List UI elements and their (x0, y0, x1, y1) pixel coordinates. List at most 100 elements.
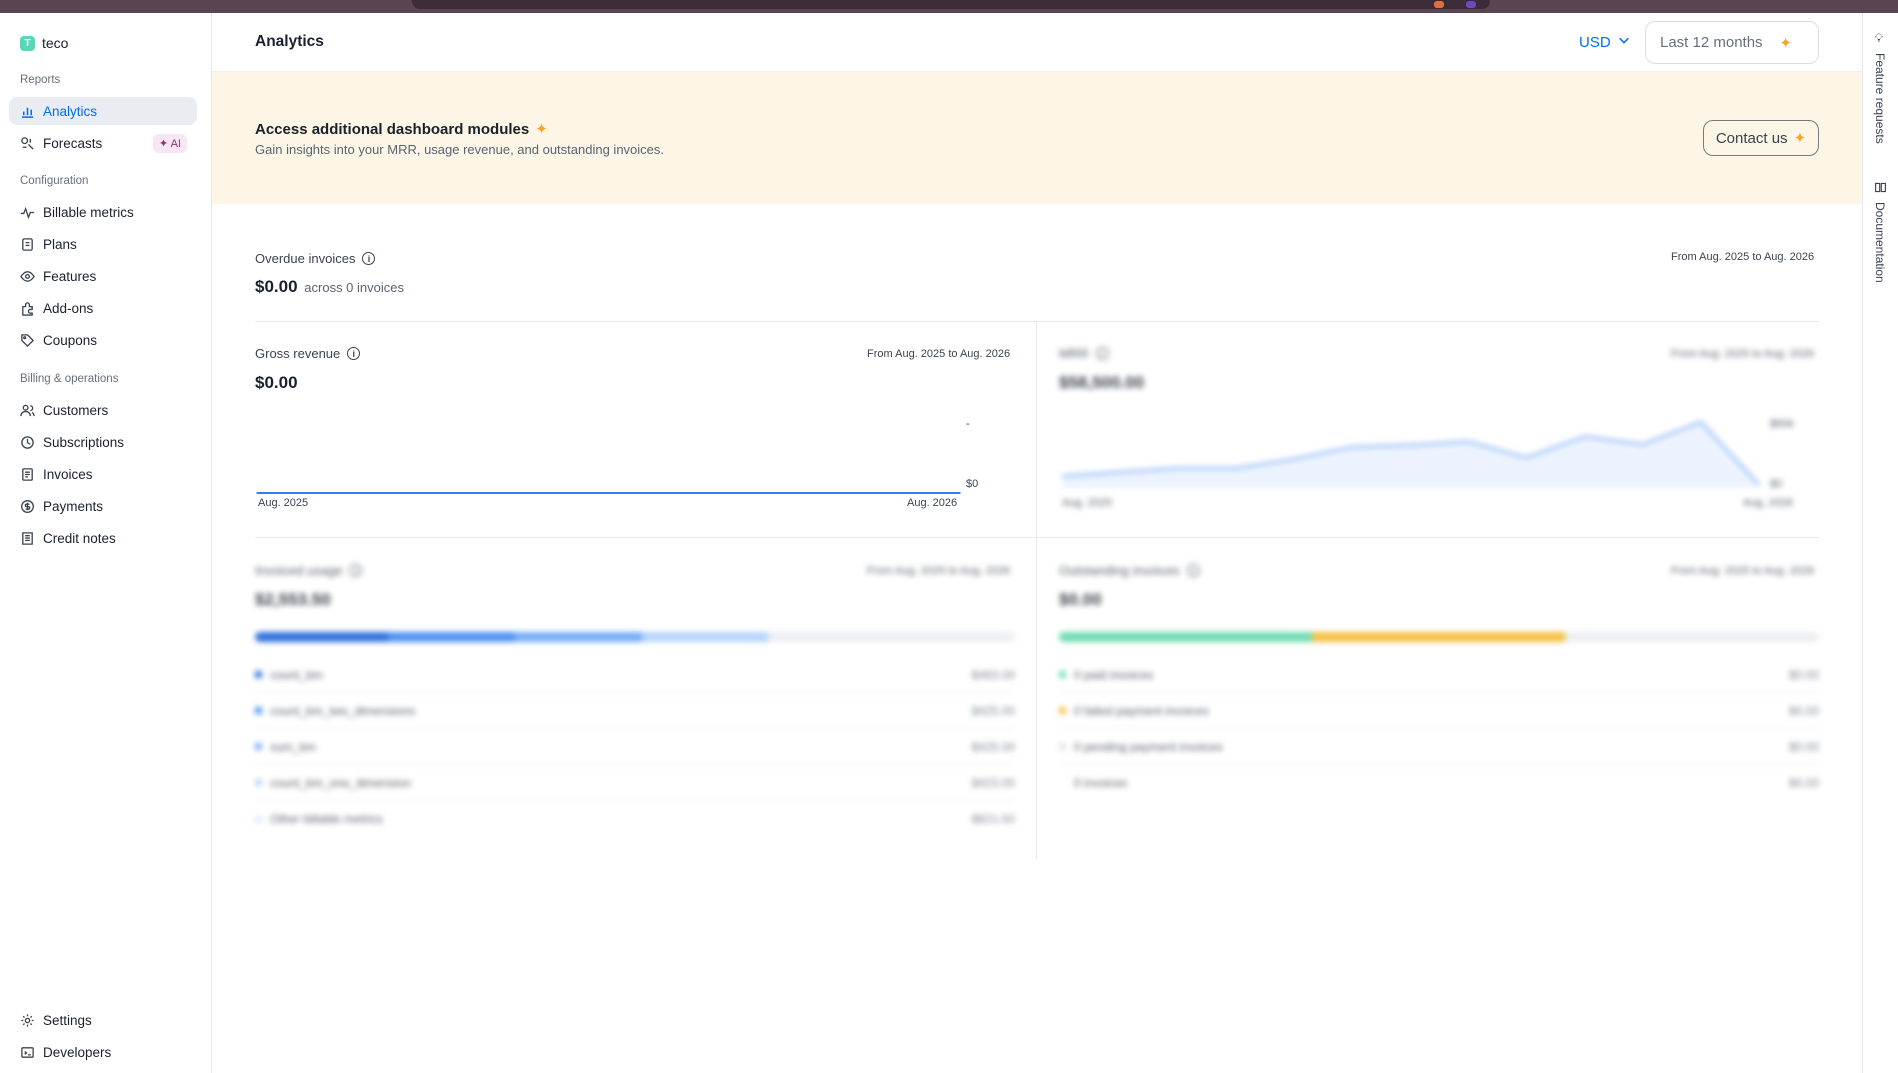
gross-revenue-chart (256, 492, 961, 494)
list-item: 0 pending payment invoices $0.00 (1059, 729, 1819, 765)
banner-title: Access additional dashboard modules ✦ (255, 120, 548, 139)
gross-revenue-point (959, 492, 961, 494)
legend-dot (1059, 671, 1066, 678)
outstanding-bar-segment (1312, 632, 1566, 642)
browser-extension-icon[interactable] (1434, 1, 1444, 8)
currency-value: USD (1579, 33, 1611, 51)
list-item: 0 failed payment invoices $0.00 (1059, 693, 1819, 729)
outstanding-invoices-title: Outstanding invoices i (1059, 563, 1200, 578)
upsell-banner: Access additional dashboard modules ✦ Ga… (212, 72, 1862, 204)
mrr-date-range: From Aug. 2025 to Aug. 2026 (1671, 348, 1815, 360)
sidebar-item-customers[interactable]: Customers (9, 396, 197, 424)
sidebar-item-credit-notes[interactable]: Credit notes (9, 524, 197, 552)
sidebar-item-label: Forecasts (43, 135, 103, 151)
info-icon: i (1186, 564, 1200, 577)
section-title-reports: Reports (20, 74, 61, 86)
legend-dot (255, 815, 262, 823)
sidebar-item-developers[interactable]: Developers (9, 1038, 197, 1066)
list-item: sum_bm $425.00 (255, 729, 1015, 765)
dollar-icon (20, 499, 35, 514)
mrr-title: MRR i (1059, 346, 1109, 361)
org-logo: T (20, 35, 35, 51)
receipt-icon (20, 531, 35, 546)
sidebar-item-payments[interactable]: Payments (9, 492, 197, 520)
gross-revenue-value: $0.00 (255, 373, 298, 392)
overdue-invoices-title: Overdue invoices i (255, 251, 376, 266)
sidebar-item-add-ons[interactable]: Add-ons (9, 294, 197, 322)
sidebar-item-analytics[interactable]: Analytics (9, 97, 197, 125)
lightbulb-icon: 💡︎ (1873, 33, 1887, 45)
gross-revenue-title-text: Gross revenue (255, 346, 341, 361)
legend-dot (255, 779, 262, 786)
sidebar-item-coupons[interactable]: Coupons (9, 326, 197, 354)
sidebar-item-label: Payments (43, 498, 104, 514)
row-amount: $0.00 (1788, 739, 1819, 754)
clock-icon (20, 435, 35, 450)
outstanding-bar (1059, 632, 1819, 642)
feature-requests-link[interactable]: 💡︎ Feature requests (1873, 33, 1887, 144)
users-icon (20, 403, 35, 418)
terminal-icon (20, 1045, 35, 1060)
page-title: Analytics (255, 33, 324, 50)
sidebar-item-label: Developers (43, 1044, 112, 1060)
org-switcher[interactable]: T teco (20, 35, 68, 51)
list-item: count_bm $483.00 (255, 657, 1015, 693)
divider (1036, 321, 1037, 859)
mrr-y-top-label: $60k (1770, 418, 1794, 430)
outstanding-bar-segment (1059, 632, 1313, 642)
contact-us-button[interactable]: Contact us ✦ (1703, 120, 1819, 156)
list-item: count_bm_two_dimensions $425.00 (255, 693, 1015, 729)
browser-url-bar[interactable] (412, 0, 1490, 9)
sidebar-item-label: Billable metrics (43, 204, 134, 220)
puzzle-icon (20, 301, 35, 316)
sidebar-item-subscriptions[interactable]: Subscriptions (9, 428, 197, 456)
info-icon[interactable]: i (362, 252, 376, 265)
section-title-billing-operations: Billing & operations (20, 373, 119, 385)
overdue-title-text: Overdue invoices (255, 251, 356, 266)
plans-icon (20, 237, 35, 252)
list-item: 0 paid invoices $0.00 (1059, 657, 1819, 693)
documentation-link[interactable]: Documentation (1873, 181, 1887, 283)
invoiced-usage-date-range: From Aug. 2025 to Aug. 2026 (867, 565, 1011, 577)
sparkle-icon: ✦ (1793, 130, 1807, 147)
row-amount: $0.00 (1788, 776, 1819, 790)
x-axis-start-label: Aug. 2025 (258, 497, 309, 509)
row-label: count_bm_one_dimension (270, 775, 411, 790)
row-amount: $425.00 (971, 703, 1015, 718)
forecast-icon (20, 136, 35, 151)
overdue-count: across 0 invoices (304, 280, 404, 295)
sidebar-item-label: Features (43, 268, 97, 284)
sidebar-item-label: Analytics (43, 103, 98, 119)
row-label: 0 pending payment invoices (1074, 739, 1223, 754)
row-amount: $821.50 (971, 812, 1015, 826)
divider (255, 321, 1819, 322)
row-amount: $0.00 (1788, 703, 1819, 718)
mrr-value: $58,500.00 (1059, 373, 1145, 392)
feature-requests-label: Feature requests (1873, 53, 1887, 144)
legend-dot (255, 743, 262, 750)
divider (255, 537, 1819, 538)
info-icon[interactable]: i (347, 347, 361, 360)
row-label: Other billable metrics (270, 812, 383, 826)
sidebar-item-forecasts[interactable]: Forecasts ✦ AI (9, 129, 197, 157)
sidebar-item-billable-metrics[interactable]: Billable metrics (9, 198, 197, 226)
x-axis-end-label: Aug. 2026 (907, 497, 958, 509)
sidebar-item-label: Add-ons (43, 300, 94, 316)
sidebar-item-settings[interactable]: Settings (9, 1006, 197, 1034)
row-amount: $423.00 (971, 775, 1015, 790)
sidebar-item-invoices[interactable]: Invoices (9, 460, 197, 488)
info-icon: i (1095, 347, 1109, 360)
sidebar-item-plans[interactable]: Plans (9, 230, 197, 258)
date-range-select[interactable]: Last 12 months ✦ (1645, 21, 1819, 64)
row-amount: $483.00 (971, 667, 1015, 682)
sidebar-item-label: Invoices (43, 466, 93, 482)
gross-revenue-title: Gross revenue i (255, 346, 361, 361)
sidebar-item-features[interactable]: Features (9, 262, 197, 290)
y-axis-zero-label: $0 (966, 478, 979, 490)
browser-extension-icon[interactable] (1466, 1, 1476, 8)
sidebar-item-label: Customers (43, 402, 109, 418)
row-label: 0 paid invoices (1074, 667, 1154, 682)
currency-select[interactable]: USD (1579, 33, 1631, 51)
banner-title-text: Access additional dashboard modules (255, 120, 530, 138)
ai-badge: ✦ AI (152, 133, 187, 153)
